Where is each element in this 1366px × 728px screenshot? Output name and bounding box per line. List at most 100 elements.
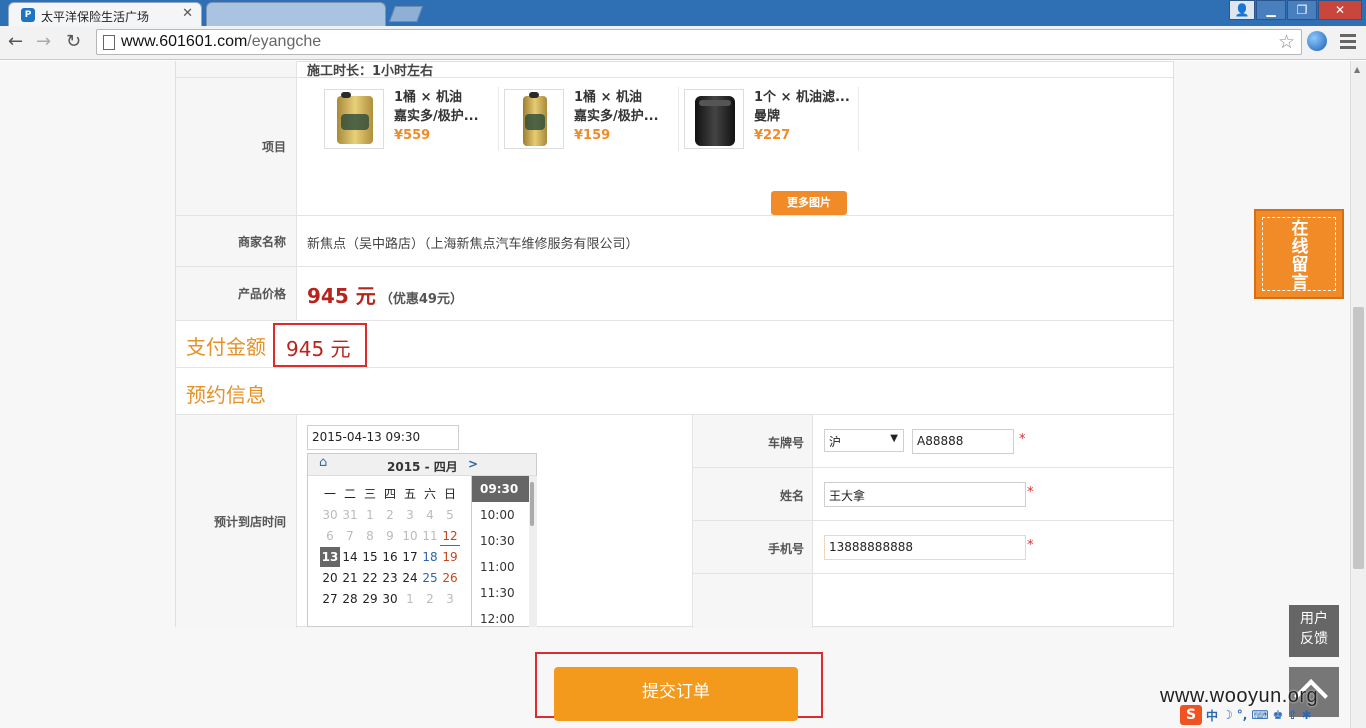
calendar-day[interactable]: 29 bbox=[360, 589, 380, 609]
menu-icon[interactable] bbox=[1340, 34, 1356, 52]
calendar-day[interactable]: 21 bbox=[340, 568, 360, 588]
more-images-button[interactable]: 更多图片 bbox=[771, 191, 847, 215]
calendar-day[interactable]: 11 bbox=[420, 526, 440, 546]
product-card-2[interactable]: 1桶 × 机油 嘉实多/极护... ¥159 bbox=[504, 87, 679, 151]
moon-icon[interactable]: ☽ bbox=[1222, 708, 1233, 722]
keyboard-icon[interactable]: ⌨ bbox=[1251, 708, 1268, 722]
extension-globe-icon[interactable] bbox=[1307, 31, 1327, 51]
merchant-value: 新焦点（吴中路店）（上海新焦点汽车维修服务有限公司） bbox=[307, 237, 639, 252]
bookmark-star-icon[interactable]: ☆ bbox=[1278, 31, 1295, 53]
name-label: 姓名 bbox=[779, 489, 804, 503]
calendar-day[interactable]: 6 bbox=[320, 526, 340, 546]
upload-icon[interactable]: ⇧ bbox=[1287, 708, 1297, 722]
calendar-day[interactable]: 10 bbox=[400, 526, 420, 546]
submit-highlight: 提交订单 bbox=[535, 652, 823, 721]
maximize-button[interactable]: ❐ bbox=[1287, 0, 1317, 20]
calendar-day[interactable]: 18 bbox=[420, 547, 440, 567]
reload-icon[interactable]: ↻ bbox=[66, 31, 81, 52]
calendar-day[interactable]: 1 bbox=[400, 589, 420, 609]
calendar-day[interactable]: 22 bbox=[360, 568, 380, 588]
skin-icon[interactable]: ♚ bbox=[1273, 708, 1284, 722]
datetime-input[interactable]: 2015-04-13 09:30 bbox=[307, 425, 459, 450]
required-mark: * bbox=[1019, 432, 1026, 447]
booking-row: 预约信息 bbox=[176, 368, 1173, 415]
calendar-day[interactable]: 27 bbox=[320, 589, 340, 609]
scroll-up-icon[interactable]: ▲ bbox=[1354, 65, 1360, 74]
date-picker[interactable]: ⌂ 2015 - 四月 > 一二三四五六日 30 31 1 2 3 4 5 6 7 8 9 10 11 12… bbox=[307, 453, 537, 627]
calendar-day[interactable]: 23 bbox=[380, 568, 400, 588]
calendar-day[interactable]: 28 bbox=[340, 589, 360, 609]
calendar-day[interactable]: 20 bbox=[320, 568, 340, 588]
plate-province-select[interactable]: 沪 ▼ bbox=[824, 429, 904, 452]
product-card-3[interactable]: 1个 × 机油滤... 曼牌 ¥227 bbox=[684, 87, 859, 151]
calendar-day[interactable]: 14 bbox=[340, 547, 360, 567]
forward-icon[interactable]: → bbox=[36, 31, 51, 52]
tab-inactive[interactable] bbox=[206, 2, 386, 26]
ime-toolbar[interactable]: S 中 ☽ °, ⌨ ♚ ⇧ ✱ bbox=[1180, 704, 1350, 726]
calendar-day[interactable]: 1 bbox=[360, 505, 380, 525]
calendar-day[interactable]: 15 bbox=[360, 547, 380, 567]
time-scrollbar[interactable] bbox=[529, 476, 537, 627]
time-list[interactable]: 09:30 10:00 10:30 11:00 11:30 12:00 bbox=[471, 476, 537, 627]
price-discount: （优惠49元） bbox=[379, 292, 463, 307]
favicon-icon: P bbox=[21, 8, 35, 22]
weekday-header: 六 bbox=[423, 487, 436, 501]
home-icon[interactable]: ⌂ bbox=[319, 455, 327, 470]
name-input[interactable]: 王大拿 bbox=[824, 482, 1026, 507]
calendar-day[interactable]: 17 bbox=[400, 547, 420, 567]
calendar-day[interactable]: 2 bbox=[380, 505, 400, 525]
calendar-day[interactable]: 16 bbox=[380, 547, 400, 567]
calendar-day[interactable]: 13 bbox=[320, 547, 340, 567]
calendar-day[interactable]: 30 bbox=[320, 505, 340, 525]
oil-filter-black-icon bbox=[684, 89, 744, 149]
calendar-header: ⌂ 2015 - 四月 > bbox=[308, 454, 536, 476]
calendar-day[interactable]: 8 bbox=[360, 526, 380, 546]
calendar-day[interactable]: 2 bbox=[420, 589, 440, 609]
calendar-day[interactable]: 9 bbox=[380, 526, 400, 546]
sogou-ime-icon[interactable]: S bbox=[1180, 705, 1202, 725]
time-option[interactable]: 11:00 bbox=[472, 554, 537, 580]
minimize-button[interactable]: ▁ bbox=[1256, 0, 1286, 20]
back-icon[interactable]: ← bbox=[8, 31, 23, 52]
calendar-day[interactable]: 25 bbox=[420, 568, 440, 588]
ime-lang[interactable]: 中 bbox=[1206, 707, 1218, 724]
calendar-day[interactable]: 24 bbox=[400, 568, 420, 588]
online-message-button[interactable]: 在 线 留 言 bbox=[1254, 209, 1344, 299]
calendar-day[interactable]: 30 bbox=[380, 589, 400, 609]
calendar-day[interactable]: 5 bbox=[440, 505, 460, 525]
submit-order-button[interactable]: 提交订单 bbox=[554, 667, 798, 721]
calendar-day[interactable]: 4 bbox=[420, 505, 440, 525]
user-icon[interactable]: 👤 bbox=[1229, 0, 1255, 20]
page-scrollbar[interactable]: ▲ bbox=[1350, 61, 1366, 728]
calendar-day[interactable]: 26 bbox=[440, 568, 460, 588]
calendar-month-title[interactable]: 2015 - 四月 bbox=[387, 458, 458, 475]
time-option[interactable]: 11:30 bbox=[472, 580, 537, 606]
close-window-button[interactable]: ✕ bbox=[1318, 0, 1362, 20]
punctuation-icon[interactable]: °, bbox=[1237, 708, 1248, 722]
calendar-day[interactable]: 12 bbox=[440, 526, 460, 546]
tab-active[interactable]: P 太平洋保险生活广场 ✕ bbox=[8, 2, 202, 26]
phone-input[interactable]: 13888888888 bbox=[824, 535, 1026, 560]
required-mark: * bbox=[1027, 485, 1034, 500]
user-feedback-button[interactable]: 用户 反馈 bbox=[1289, 605, 1339, 657]
url-domain: www.601601.com bbox=[121, 33, 248, 50]
plate-number-input[interactable]: A88888 bbox=[912, 429, 1014, 454]
time-option[interactable]: 09:30 bbox=[472, 476, 537, 502]
page-icon bbox=[103, 35, 115, 50]
address-bar[interactable]: www.601601.com/eyangche ☆ bbox=[96, 29, 1302, 55]
scroll-thumb[interactable] bbox=[1353, 307, 1364, 569]
time-option[interactable]: 10:00 bbox=[472, 502, 537, 528]
calendar-day[interactable]: 7 bbox=[340, 526, 360, 546]
time-option[interactable]: 10:30 bbox=[472, 528, 537, 554]
next-month-button[interactable]: > bbox=[468, 457, 478, 471]
calendar-day[interactable]: 19 bbox=[440, 547, 460, 567]
time-option[interactable]: 12:00 bbox=[472, 606, 537, 627]
new-tab-button[interactable] bbox=[389, 6, 423, 22]
calendar-day[interactable]: 3 bbox=[400, 505, 420, 525]
tab-close-icon[interactable]: ✕ bbox=[182, 6, 193, 21]
calendar-day[interactable]: 3 bbox=[440, 589, 460, 609]
calendar-day[interactable]: 31 bbox=[340, 505, 360, 525]
settings-icon[interactable]: ✱ bbox=[1302, 708, 1312, 722]
product-card-1[interactable]: 1桶 × 机油 嘉实多/极护... ¥559 bbox=[324, 87, 499, 151]
weekday-header: 三 bbox=[363, 487, 376, 501]
